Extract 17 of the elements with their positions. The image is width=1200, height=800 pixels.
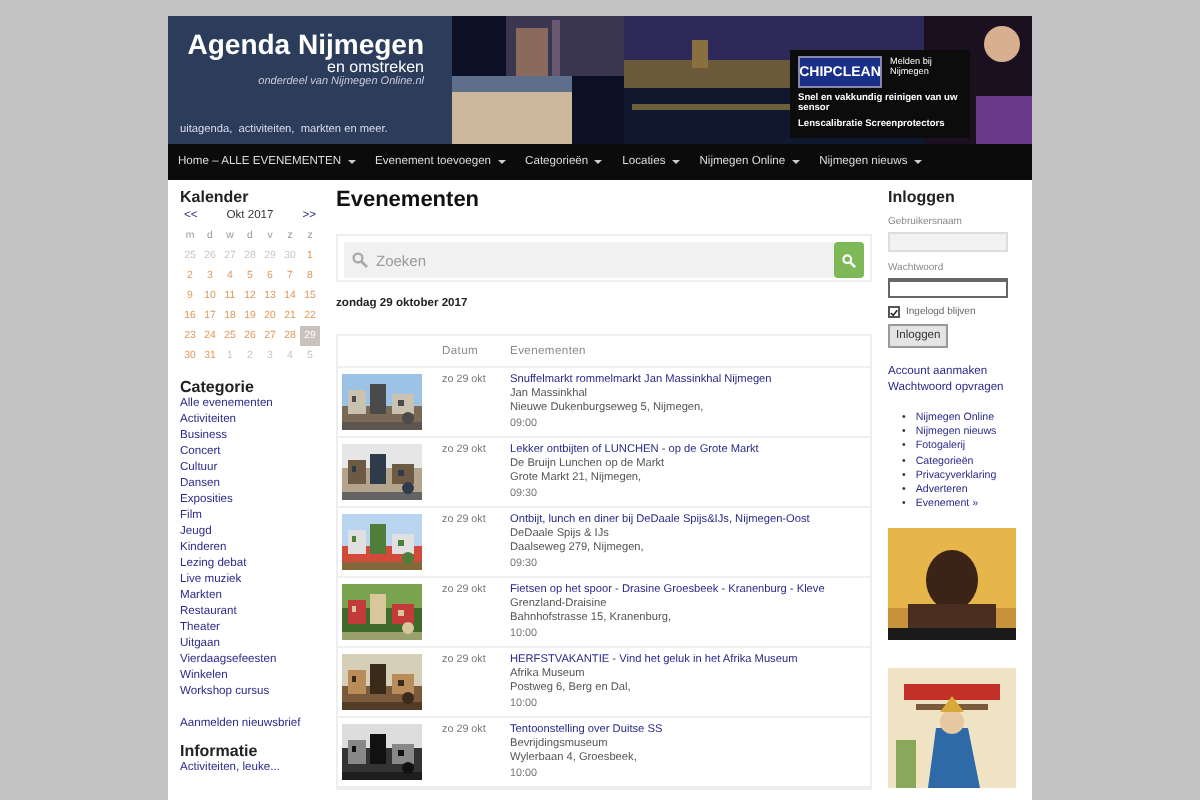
site-title: Agenda Nijmegen (187, 28, 424, 60)
caret-icon (594, 160, 603, 164)
caret-icon (497, 160, 506, 164)
caret-icon (913, 160, 922, 164)
category-title: Categorie (180, 378, 256, 396)
caret-icon (347, 160, 356, 164)
site-subtitle: en omstreken (327, 58, 424, 76)
password-field[interactable] (888, 278, 1008, 298)
info-title: Informatie (180, 742, 260, 760)
login-title: Inloggen (888, 188, 957, 206)
checkbox[interactable] (888, 306, 900, 318)
caret-icon (791, 160, 800, 164)
page-title: Evenementen (336, 188, 482, 216)
caret-icon (671, 160, 680, 164)
username-field[interactable] (888, 232, 1008, 252)
search-icon (842, 253, 856, 267)
calendar-title: Kalender (180, 188, 251, 206)
